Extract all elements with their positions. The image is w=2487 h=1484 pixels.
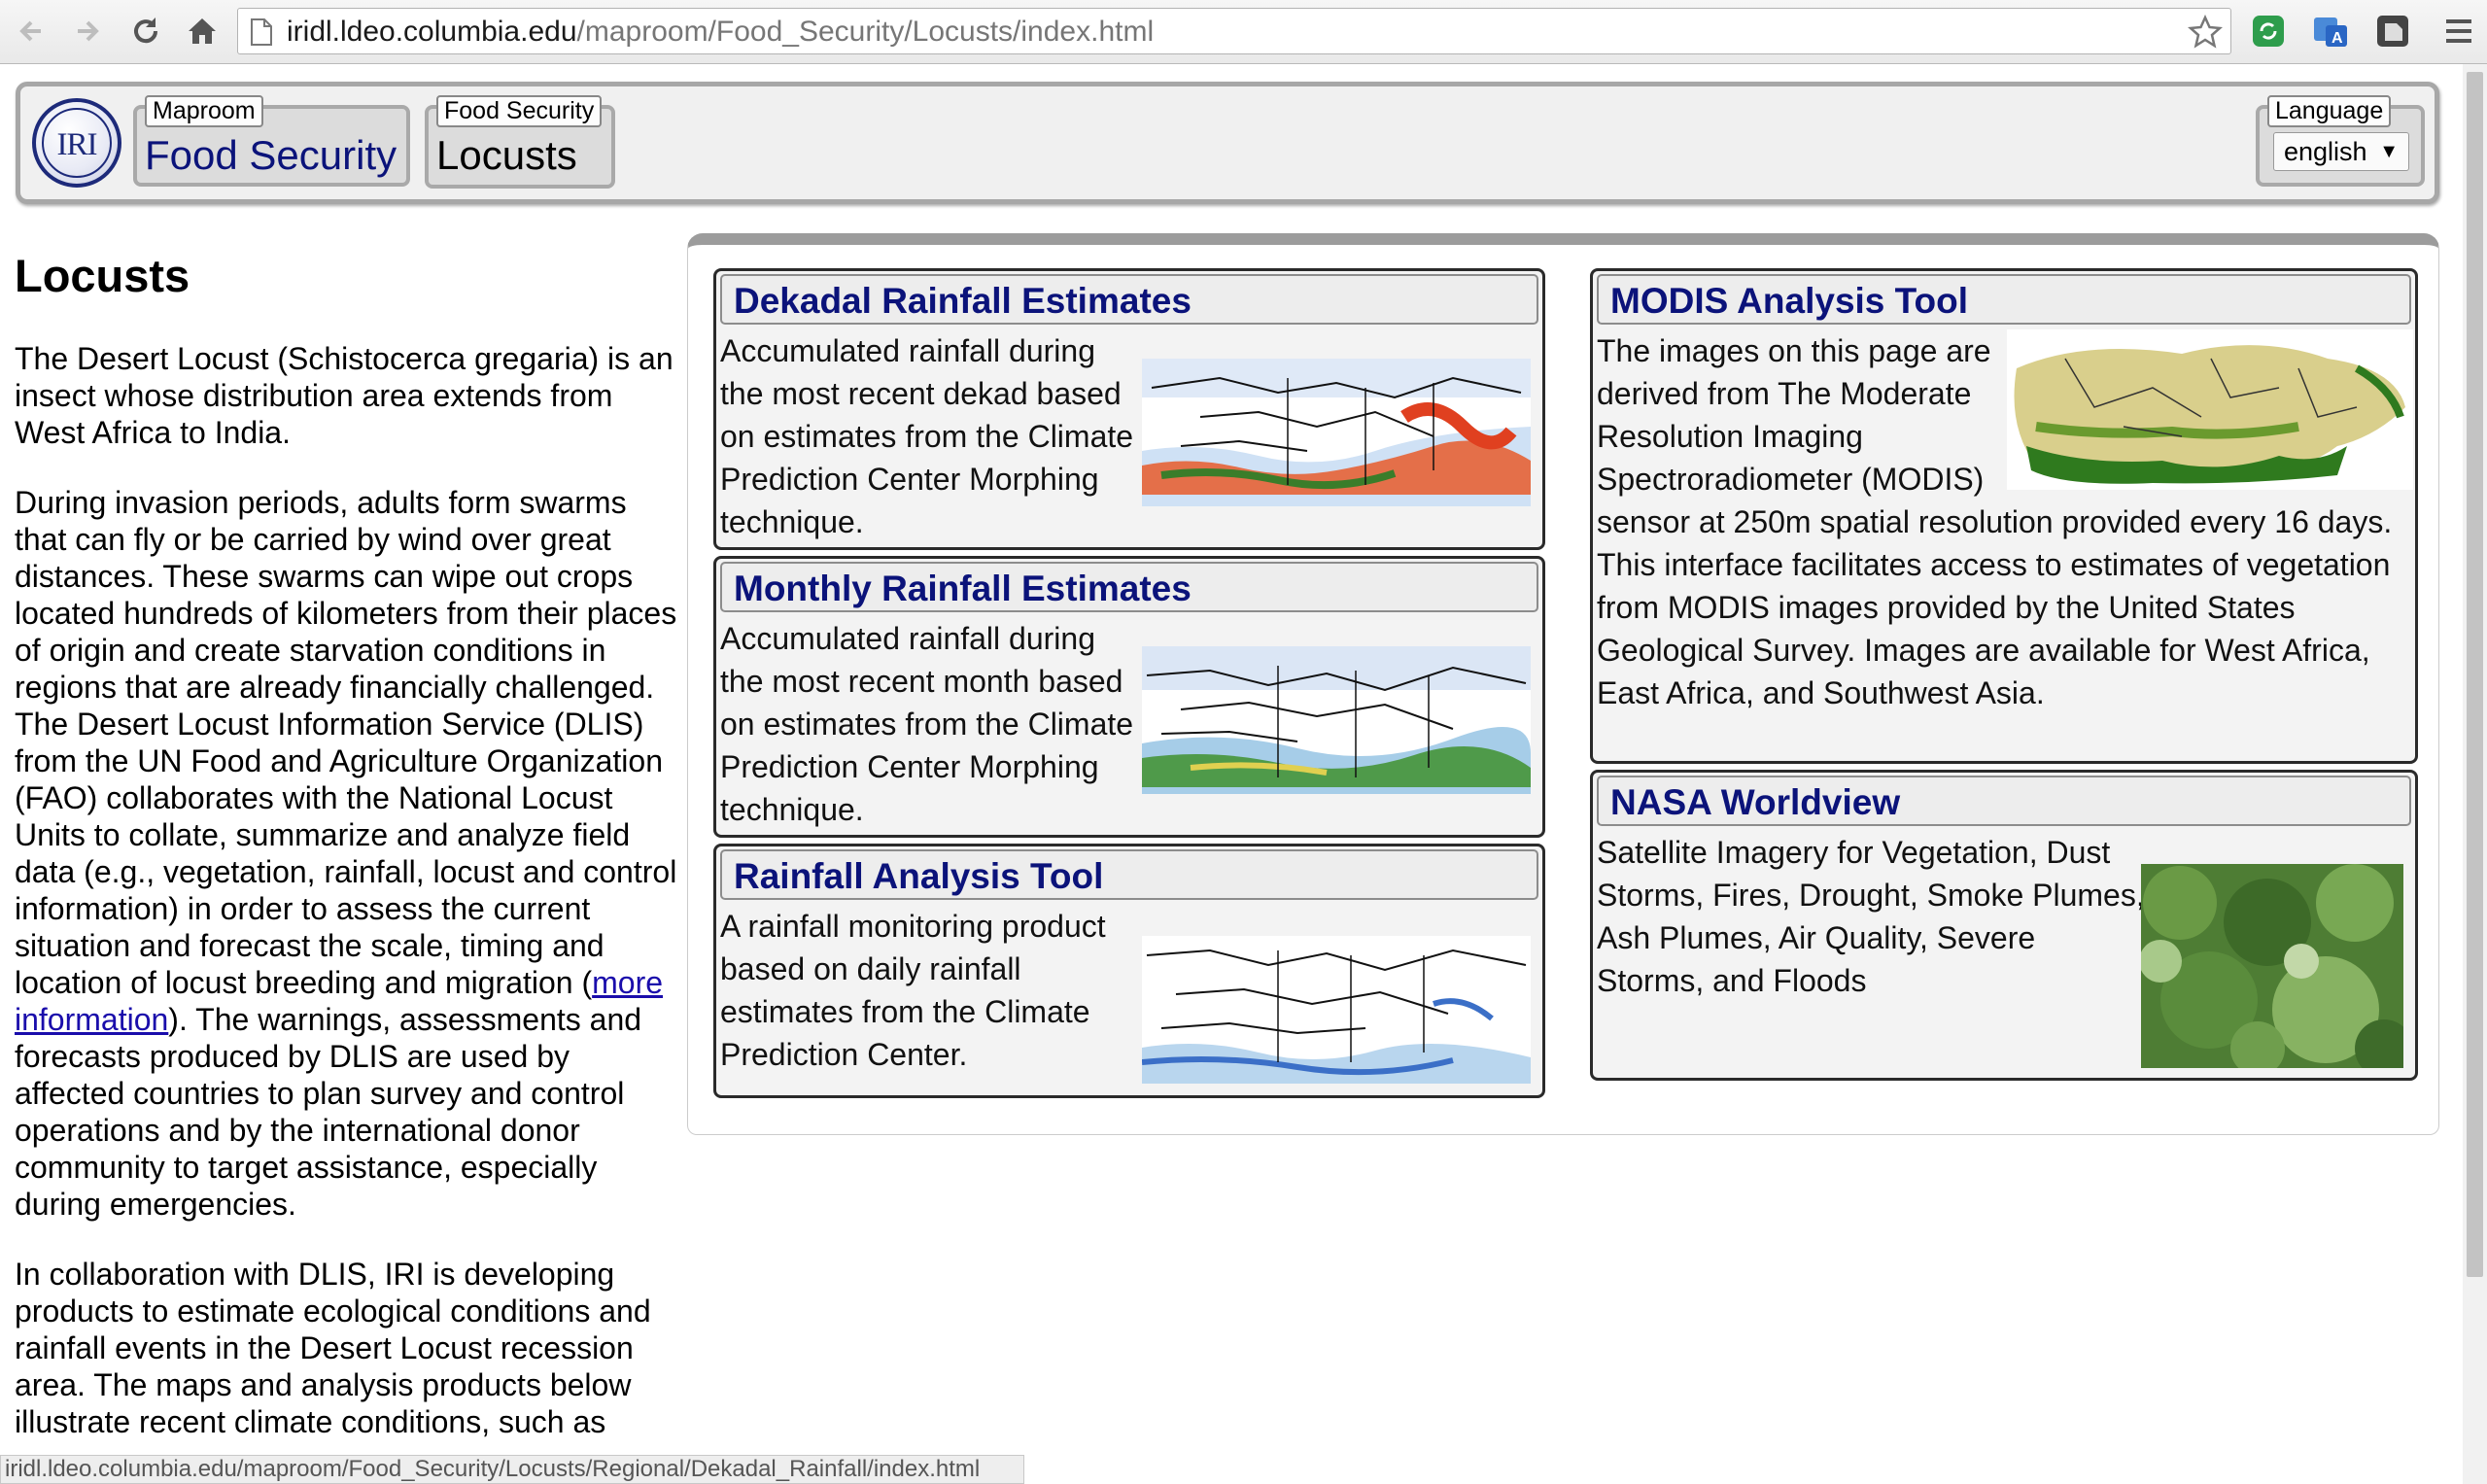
rainfall-analysis-map-thumbnail[interactable] (1142, 936, 1531, 1084)
article-paragraph-2: During invasion periods, adults form swa… (15, 484, 685, 1223)
breadcrumb-caption: Food Security (436, 95, 603, 127)
iri-logo[interactable]: IRI (32, 98, 121, 188)
breadcrumb-caption: Maproom (145, 95, 263, 127)
card-title[interactable]: NASA Worldview (1610, 781, 1900, 824)
card-title[interactable]: Rainfall Analysis Tool (734, 855, 1103, 898)
page-title: Locusts (15, 250, 190, 301)
extension-evernote-icon[interactable] (2373, 12, 2412, 51)
breadcrumb-food-security[interactable]: Maproom Food Security (133, 95, 410, 187)
card-title[interactable]: Monthly Rainfall Estimates (734, 568, 1192, 610)
arrow-left-icon (19, 20, 41, 42)
url-host: iridl.ldeo.columbia.edu (287, 16, 577, 48)
card-monthly-rainfall[interactable]: Monthly Rainfall Estimates Accumulated r… (713, 556, 1545, 838)
card-header[interactable]: MODIS Analysis Tool (1597, 274, 2411, 325)
modis-vegetation-map-thumbnail[interactable] (2007, 329, 2413, 490)
article-paragraph-3: In collaboration with DLIS, IRI is devel… (15, 1257, 651, 1439)
reload-button[interactable] (126, 12, 165, 51)
breadcrumb-locusts[interactable]: Food Security Locusts (425, 95, 615, 189)
nasa-worldview-vegetation-photo[interactable] (2141, 864, 2403, 1068)
card-header[interactable]: Dekadal Rainfall Estimates (720, 274, 1538, 325)
vertical-scrollbar[interactable] (2463, 64, 2487, 1484)
hamburger-icon (2446, 19, 2471, 43)
url-text[interactable]: iridl.ldeo.columbia.edu/maproom/Food_Sec… (287, 17, 1154, 47)
back-button[interactable] (12, 12, 51, 51)
arrow-right-icon (78, 20, 99, 42)
card-description: A rainfall monitoring product based on d… (720, 909, 1106, 1072)
card-description: Satellite Imagery for Vegetation, Dust S… (1597, 835, 2145, 998)
monthly-rainfall-map-thumbnail[interactable] (1142, 646, 1531, 794)
card-header[interactable]: Monthly Rainfall Estimates (720, 562, 1538, 612)
scrollbar-thumb[interactable] (2467, 72, 2483, 1277)
page-icon (251, 18, 272, 46)
dekadal-rainfall-map-thumbnail[interactable] (1142, 359, 1531, 506)
forward-button[interactable] (68, 12, 107, 51)
extension-translate-icon[interactable]: A (2311, 12, 2350, 51)
address-bar[interactable]: iridl.ldeo.columbia.edu/maproom/Food_Sec… (237, 8, 2231, 54)
browser-toolbar: iridl.ldeo.columbia.edu/maproom/Food_Sec… (0, 0, 2487, 64)
card-header[interactable]: Rainfall Analysis Tool (720, 849, 1538, 900)
card-dekadal-rainfall[interactable]: Dekadal Rainfall Estimates Accumulated r… (713, 268, 1545, 550)
article: Locusts The Desert Locust (Schistocerca … (15, 247, 685, 1473)
breadcrumb-label[interactable]: Locusts (436, 132, 577, 179)
reload-icon (134, 17, 158, 44)
card-description: Accumulated rainfall during the most rec… (720, 333, 1134, 539)
language-caption: Language (2267, 95, 2392, 127)
bookmark-star-icon[interactable] (2188, 15, 2223, 50)
chrome-menu-button[interactable] (2441, 14, 2476, 49)
card-title[interactable]: MODIS Analysis Tool (1610, 280, 1968, 323)
card-nasa-worldview[interactable]: NASA Worldview Satellite Imagery for Veg… (1590, 770, 2418, 1081)
card-description: Accumulated rainfall during the most rec… (720, 621, 1134, 827)
extension-sync-icon[interactable] (2249, 12, 2288, 51)
dropdown-arrow-icon: ▼ (2379, 141, 2399, 162)
card-title[interactable]: Dekadal Rainfall Estimates (734, 280, 1192, 323)
card-rainfall-analysis-tool[interactable]: Rainfall Analysis Tool A rainfall monito… (713, 844, 1545, 1098)
breadcrumb-label[interactable]: Food Security (145, 132, 397, 179)
language-dropdown[interactable]: english ▼ (2273, 132, 2409, 171)
card-description: The images on this page are derived from… (1597, 329, 2413, 714)
status-bar-url: iridl.ldeo.columbia.edu/maproom/Food_Sec… (0, 1455, 1024, 1484)
paragraph-text: During invasion periods, adults form swa… (15, 485, 677, 1000)
card-modis-analysis-tool[interactable]: MODIS Analysis Tool The images on this p… (1590, 268, 2418, 764)
url-path: /maproom/Food_Security/Locusts/index.htm… (576, 16, 1155, 48)
logo-text: IRI (56, 127, 98, 162)
home-icon (189, 18, 216, 44)
card-header[interactable]: NASA Worldview (1597, 776, 2411, 826)
language-value: english (2284, 137, 2367, 166)
language-selector: Language english ▼ (2256, 95, 2425, 187)
svg-text:A: A (2332, 30, 2343, 47)
home-button[interactable] (183, 12, 222, 51)
article-paragraph-1: The Desert Locust (Schistocerca gregaria… (15, 341, 674, 450)
